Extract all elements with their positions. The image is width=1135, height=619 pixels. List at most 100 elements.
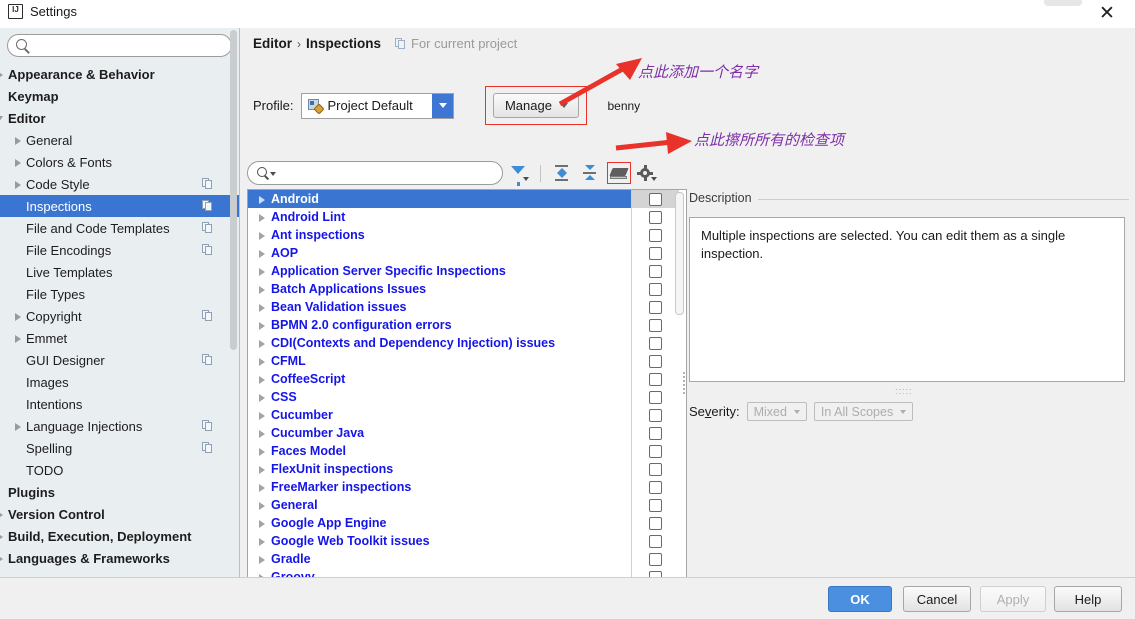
inspection-name-cell[interactable]: BPMN 2.0 configuration errors <box>248 316 631 334</box>
inspection-name-cell[interactable]: CSS <box>248 388 631 406</box>
chevron-down-icon[interactable] <box>432 93 454 118</box>
inspection-name-cell[interactable]: FreeMarker inspections <box>248 478 631 496</box>
inspection-checkbox-cell[interactable] <box>631 298 679 316</box>
chevron-down-icon[interactable] <box>270 172 276 176</box>
profile-select[interactable]: Project Default <box>301 92 455 119</box>
sidebar-scrollbar[interactable] <box>230 30 237 350</box>
sidebar-item-appearance-behavior[interactable]: Appearance & Behavior <box>0 63 239 85</box>
inspection-checkbox[interactable] <box>649 192 662 206</box>
inspection-row[interactable]: Android <box>248 190 686 208</box>
inspection-name-cell[interactable]: Ant inspections <box>248 226 631 244</box>
ok-button[interactable]: OK <box>828 586 892 612</box>
expand-all-icon[interactable] <box>550 161 574 185</box>
inspection-checkbox[interactable] <box>649 444 662 458</box>
inspection-checkbox-cell[interactable] <box>631 496 679 514</box>
inspection-checkbox[interactable] <box>649 354 662 368</box>
inspection-row[interactable]: Ant inspections <box>248 226 686 244</box>
chevron-right-icon[interactable] <box>256 463 269 476</box>
inspection-checkbox-cell[interactable] <box>631 370 679 388</box>
chevron-right-icon[interactable] <box>256 553 269 566</box>
inspection-checkbox[interactable] <box>649 552 662 566</box>
chevron-right-icon[interactable] <box>12 332 25 345</box>
inspection-checkbox-cell[interactable] <box>631 406 679 424</box>
sidebar-item-file-and-code-templates[interactable]: File and Code Templates <box>0 217 239 239</box>
inspection-name-cell[interactable]: Cucumber Java <box>248 424 631 442</box>
filter-funnel-icon[interactable] <box>507 161 531 186</box>
chevron-right-icon[interactable] <box>256 517 269 530</box>
close-icon[interactable]: ✕ <box>1089 0 1125 26</box>
inspection-row[interactable]: General <box>248 496 686 514</box>
inspection-row[interactable]: BPMN 2.0 configuration errors <box>248 316 686 334</box>
sidebar-item-file-encodings[interactable]: File Encodings <box>0 239 239 261</box>
inspection-row[interactable]: Google Web Toolkit issues <box>248 532 686 550</box>
chevron-right-icon[interactable] <box>12 156 25 169</box>
inspection-checkbox-cell[interactable] <box>631 316 679 334</box>
inspection-name-cell[interactable]: Google Web Toolkit issues <box>248 532 631 550</box>
description-resize-gripper[interactable]: ::::: <box>895 386 913 396</box>
inspection-name-cell[interactable]: Cucumber <box>248 406 631 424</box>
chevron-right-icon[interactable] <box>0 508 7 521</box>
chevron-right-icon[interactable] <box>256 319 269 332</box>
sidebar-item-editor[interactable]: Editor <box>0 107 239 129</box>
gear-icon[interactable] <box>635 161 659 185</box>
inspection-checkbox-cell[interactable] <box>631 190 679 208</box>
sidebar-item-live-templates[interactable]: Live Templates <box>0 261 239 283</box>
inspection-name-cell[interactable]: Bean Validation issues <box>248 298 631 316</box>
inspections-list[interactable]: Android Android Lint Ant inspections AOP App… <box>247 189 687 581</box>
inspection-name-cell[interactable]: Android Lint <box>248 208 631 226</box>
sidebar-item-inspections[interactable]: Inspections <box>0 195 239 217</box>
sidebar-item-emmet[interactable]: Emmet <box>0 327 239 349</box>
chevron-right-icon[interactable] <box>256 193 269 206</box>
chevron-right-icon[interactable] <box>256 283 269 296</box>
inspection-name-cell[interactable]: CFML <box>248 352 631 370</box>
sidebar-search-input[interactable] <box>7 34 232 57</box>
inspection-row[interactable]: Batch Applications Issues <box>248 280 686 298</box>
chevron-right-icon[interactable] <box>256 445 269 458</box>
inspection-row[interactable]: CoffeeScript <box>248 370 686 388</box>
inspection-row[interactable]: Cucumber Java <box>248 424 686 442</box>
breadcrumb-parent[interactable]: Editor <box>253 36 292 51</box>
inspection-name-cell[interactable]: Android <box>248 190 631 208</box>
chevron-right-icon[interactable] <box>256 229 269 242</box>
inspection-checkbox-cell[interactable] <box>631 334 679 352</box>
inspection-name-cell[interactable]: AOP <box>248 244 631 262</box>
chevron-right-icon[interactable] <box>256 499 269 512</box>
sidebar-item-plugins[interactable]: Plugins <box>0 481 239 503</box>
chevron-right-icon[interactable] <box>256 373 269 386</box>
inspection-checkbox[interactable] <box>649 228 662 242</box>
inspection-checkbox-cell[interactable] <box>631 388 679 406</box>
inspection-row[interactable]: CSS <box>248 388 686 406</box>
sidebar-item-todo[interactable]: TODO <box>0 459 239 481</box>
inspection-checkbox[interactable] <box>649 390 662 404</box>
inspection-checkbox[interactable] <box>649 210 662 224</box>
inspection-checkbox[interactable] <box>649 498 662 512</box>
inspection-row[interactable]: CFML <box>248 352 686 370</box>
inspection-checkbox-cell[interactable] <box>631 442 679 460</box>
sidebar-item-intentions[interactable]: Intentions <box>0 393 239 415</box>
help-button[interactable]: Help <box>1054 586 1122 612</box>
inspection-checkbox[interactable] <box>649 264 662 278</box>
inspection-checkbox[interactable] <box>649 372 662 386</box>
sidebar-item-spelling[interactable]: Spelling <box>0 437 239 459</box>
severity-select[interactable]: Mixed <box>746 402 807 421</box>
chevron-right-icon[interactable] <box>12 420 25 433</box>
chevron-right-icon[interactable] <box>256 301 269 314</box>
inspection-checkbox-cell[interactable] <box>631 208 679 226</box>
chevron-right-icon[interactable] <box>256 355 269 368</box>
inspection-name-cell[interactable]: Batch Applications Issues <box>248 280 631 298</box>
sidebar-item-file-types[interactable]: File Types <box>0 283 239 305</box>
chevron-right-icon[interactable] <box>0 552 7 565</box>
collapse-all-icon[interactable] <box>578 161 602 185</box>
chevron-right-icon[interactable] <box>256 211 269 224</box>
inspection-row[interactable]: FlexUnit inspections <box>248 460 686 478</box>
inspection-row[interactable]: Application Server Specific Inspections <box>248 262 686 280</box>
inspection-checkbox[interactable] <box>649 300 662 314</box>
sidebar-item-images[interactable]: Images <box>0 371 239 393</box>
sidebar-item-languages-frameworks[interactable]: Languages & Frameworks <box>0 547 239 569</box>
chevron-right-icon[interactable] <box>12 310 25 323</box>
eraser-icon[interactable] <box>609 168 629 179</box>
inspection-checkbox-cell[interactable] <box>631 352 679 370</box>
chevron-right-icon[interactable] <box>256 337 269 350</box>
inspection-name-cell[interactable]: CDI(Contexts and Dependency Injection) i… <box>248 334 631 352</box>
inspection-checkbox-cell[interactable] <box>631 280 679 298</box>
